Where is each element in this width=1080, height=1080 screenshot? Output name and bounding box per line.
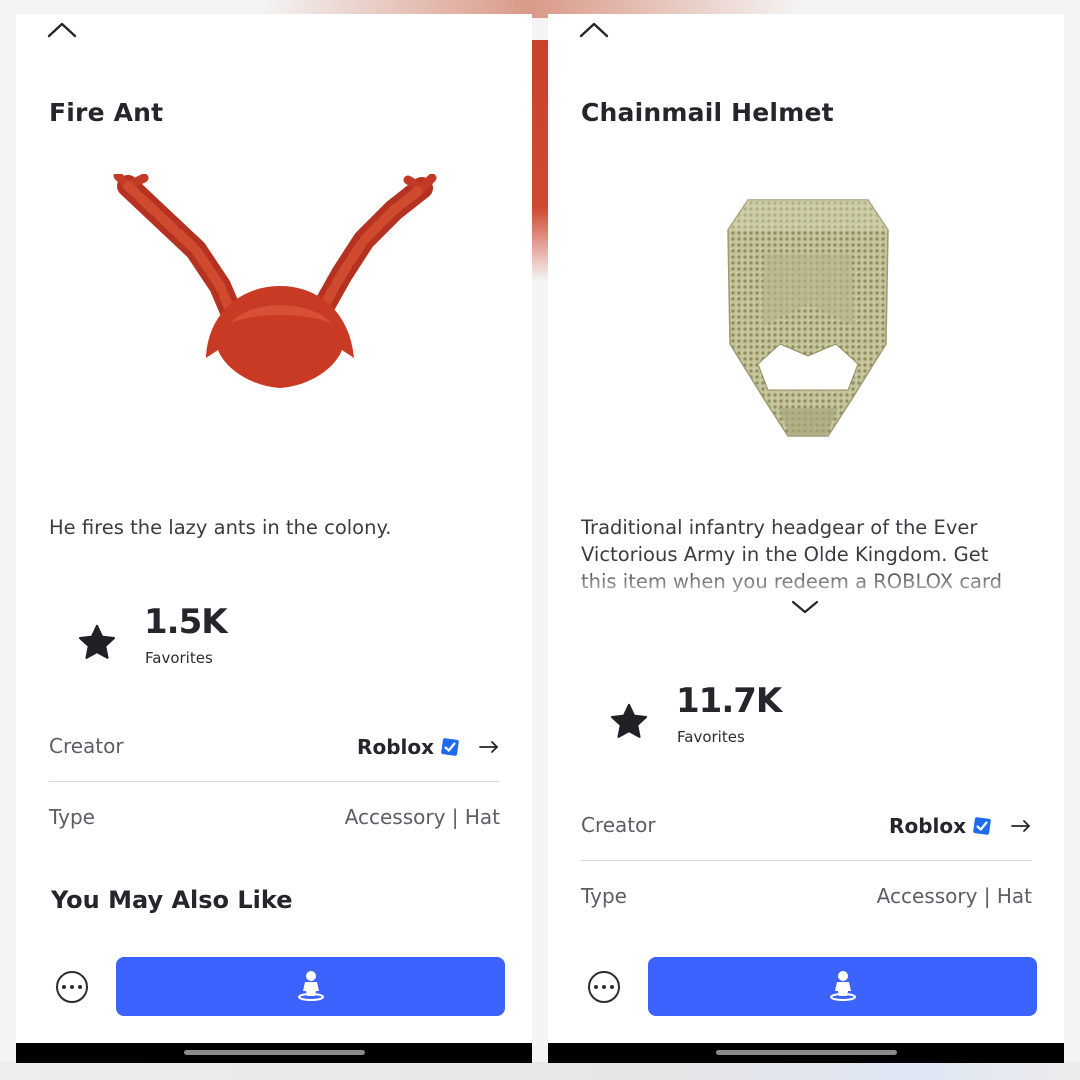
creator-name[interactable]: Roblox (357, 735, 434, 759)
more-options-icon (594, 985, 598, 989)
home-indicator[interactable] (716, 1050, 897, 1055)
background-blur-bottom (0, 1062, 1080, 1080)
verified-badge-icon (973, 817, 991, 835)
try-on-button[interactable] (116, 957, 505, 1016)
creator-link[interactable]: Roblox (357, 732, 500, 762)
chevron-up-icon[interactable] (46, 20, 78, 40)
avatar-try-on-icon (297, 971, 324, 1001)
favorites-count: 11.7K (676, 681, 782, 721)
creator-label: Creator (581, 813, 656, 837)
system-nav-bar (16, 1043, 532, 1063)
item-title: Chainmail Helmet (581, 98, 834, 127)
more-options-icon-dot (610, 985, 614, 989)
verified-badge-icon (441, 738, 459, 756)
favorites-label: Favorites (145, 649, 213, 667)
type-label: Type (49, 805, 95, 829)
type-label: Type (581, 884, 627, 908)
row-divider (581, 860, 1032, 861)
fire-ant-hat-image (113, 174, 437, 388)
try-on-button[interactable] (648, 957, 1037, 1016)
more-options-icon-dot (602, 985, 606, 989)
type-row: Type Accessory | Hat (49, 797, 500, 837)
creator-row: Creator Roblox (49, 726, 500, 766)
more-options-button[interactable] (56, 971, 88, 1003)
description-fade (581, 568, 1031, 602)
chevron-up-icon[interactable] (578, 20, 610, 40)
home-indicator[interactable] (184, 1050, 365, 1055)
type-row: Type Accessory | Hat (581, 876, 1032, 916)
item-details-panel-fire-ant: Fire Ant He fires the lazy ants in the c… (16, 14, 532, 1063)
more-options-button[interactable] (588, 971, 620, 1003)
more-options-icon (62, 985, 66, 989)
more-options-icon-dot (70, 985, 74, 989)
arrow-right-icon[interactable] (478, 740, 500, 754)
type-value: Accessory | Hat (876, 884, 1032, 908)
arrow-right-icon[interactable] (1010, 819, 1032, 833)
favorites-count: 1.5K (144, 602, 228, 642)
star-icon[interactable] (608, 701, 650, 743)
background-red-strip (531, 40, 549, 280)
type-value: Accessory | Hat (344, 805, 500, 829)
chevron-down-icon[interactable] (790, 598, 820, 616)
item-details-panel-chainmail-helmet: Chainmail Helmet Traditional infantry he… (548, 14, 1064, 1063)
avatar-try-on-icon (829, 971, 856, 1001)
system-nav-bar (548, 1043, 1064, 1063)
favorites-label: Favorites (677, 728, 745, 746)
more-options-icon-dot (78, 985, 82, 989)
recommendations-heading: You May Also Like (51, 886, 293, 914)
creator-name[interactable]: Roblox (889, 814, 966, 838)
row-divider (49, 781, 500, 782)
creator-row: Creator Roblox (581, 805, 1032, 845)
chainmail-helmet-image (727, 199, 889, 437)
creator-label: Creator (49, 734, 124, 758)
star-icon[interactable] (76, 622, 118, 664)
item-description: He fires the lazy ants in the colony. (49, 516, 392, 539)
item-title: Fire Ant (49, 98, 164, 127)
creator-link[interactable]: Roblox (889, 811, 1032, 841)
